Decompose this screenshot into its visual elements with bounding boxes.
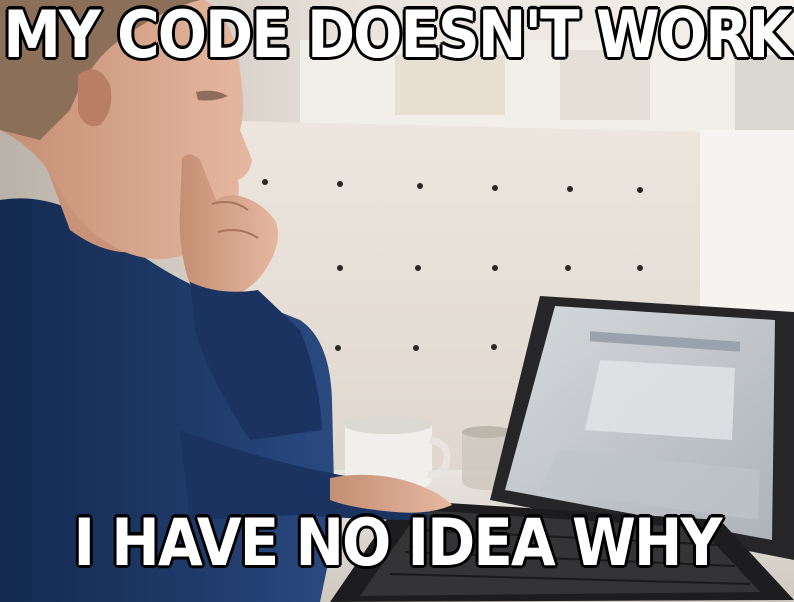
meme-bottom-caption: I HAVE NO IDEA WHY — [73, 504, 724, 581]
meme-top-caption: MY CODE DOESN'T WORK — [2, 0, 794, 73]
meme-image: MY CODE DOESN'T WORK I HAVE NO IDEA WHY — [0, 0, 794, 602]
